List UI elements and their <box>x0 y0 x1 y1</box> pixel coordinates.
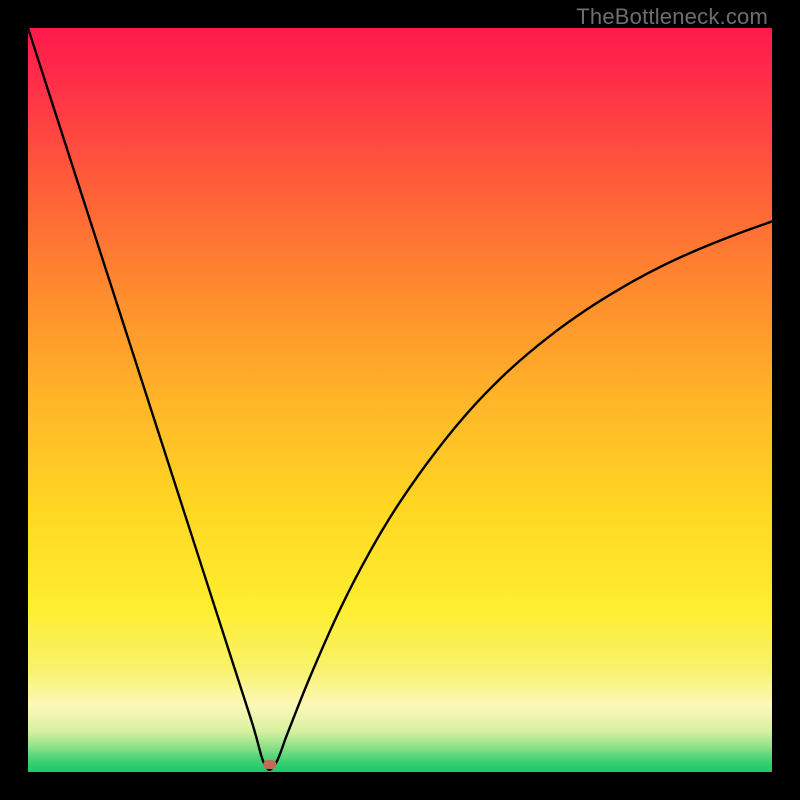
watermark-text: TheBottleneck.com <box>576 4 768 30</box>
optimal-marker <box>263 760 276 769</box>
gradient-background <box>28 28 772 772</box>
chart-svg <box>28 28 772 772</box>
plot-frame <box>28 28 772 772</box>
